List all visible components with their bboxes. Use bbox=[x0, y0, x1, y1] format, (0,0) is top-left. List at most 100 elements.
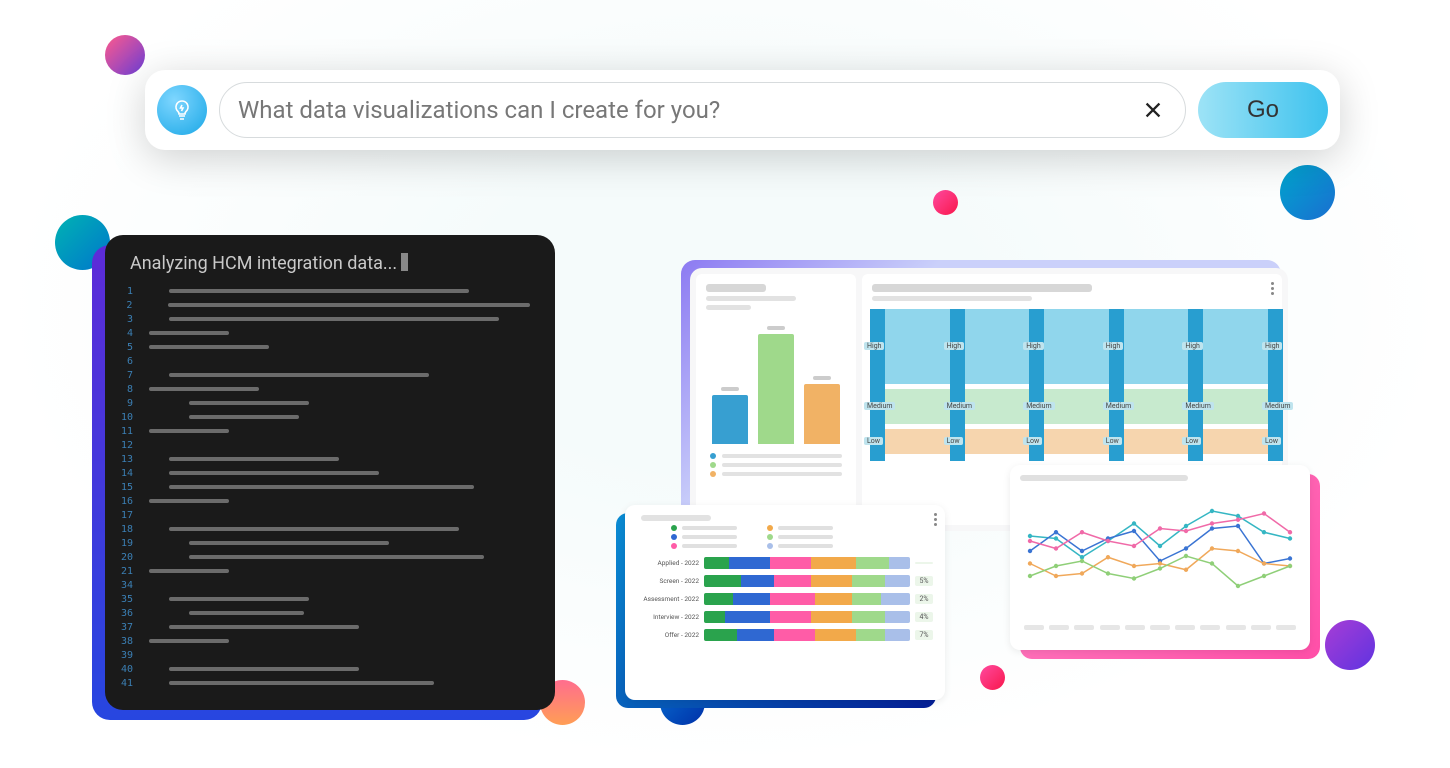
line-point bbox=[1054, 574, 1058, 578]
line-point bbox=[1106, 539, 1110, 543]
search-input[interactable]: What data visualizations can I create fo… bbox=[238, 96, 1139, 124]
line-point bbox=[1028, 549, 1032, 553]
line-point bbox=[1132, 576, 1136, 580]
code-line: 34 bbox=[105, 578, 530, 592]
sankey-label: High bbox=[1182, 342, 1202, 350]
code-line: 13 bbox=[105, 452, 530, 466]
line-point bbox=[1132, 544, 1136, 548]
line-point bbox=[1106, 555, 1110, 559]
stacked-bar-row: Screen - 20225% bbox=[637, 575, 933, 587]
line-point bbox=[1158, 566, 1162, 570]
line-point bbox=[1210, 561, 1214, 565]
line-point bbox=[1028, 561, 1032, 565]
code-line: 37 bbox=[105, 620, 530, 634]
line-point bbox=[1288, 556, 1292, 560]
sankey-chart: HighMediumLowHighMediumLowHighMediumLowH… bbox=[870, 309, 1274, 489]
line-chart bbox=[1020, 481, 1300, 621]
sankey-label: Low bbox=[864, 437, 883, 445]
terminal-body: 1234567891011121314151617181920213435363… bbox=[105, 284, 555, 690]
code-line: 40 bbox=[105, 662, 530, 676]
code-line: 12 bbox=[105, 438, 530, 452]
search-input-wrap: What data visualizations can I create fo… bbox=[219, 82, 1186, 138]
line-point bbox=[1236, 514, 1240, 518]
line-point bbox=[1184, 546, 1188, 550]
decoration-circle bbox=[1325, 620, 1375, 670]
line-point bbox=[1184, 568, 1188, 572]
code-line: 3 bbox=[105, 312, 530, 326]
line-point bbox=[1210, 526, 1214, 530]
line-point bbox=[1262, 561, 1266, 565]
line-point bbox=[1028, 539, 1032, 543]
clear-icon[interactable] bbox=[1139, 96, 1167, 124]
line-point bbox=[1288, 530, 1292, 534]
code-line: 41 bbox=[105, 676, 530, 690]
more-icon[interactable] bbox=[934, 513, 937, 526]
code-line: 14 bbox=[105, 466, 530, 480]
sankey-label: Medium bbox=[1182, 402, 1213, 410]
stacked-bar-row: Offer - 20227% bbox=[637, 629, 933, 641]
line-point bbox=[1080, 571, 1084, 575]
line-point bbox=[1132, 529, 1136, 533]
line-point bbox=[1054, 530, 1058, 534]
stacked-bar-legend bbox=[671, 525, 933, 549]
legend-item bbox=[671, 543, 737, 549]
legend-item bbox=[767, 543, 833, 549]
sankey-label: High bbox=[1023, 342, 1043, 350]
sankey-label: High bbox=[1262, 342, 1282, 350]
sankey-label: Medium bbox=[944, 402, 975, 410]
stacked-bar-row: Applied - 2022 bbox=[637, 557, 933, 569]
line-point bbox=[1132, 521, 1136, 525]
line-point bbox=[1054, 564, 1058, 568]
code-line: 15 bbox=[105, 480, 530, 494]
sankey-label: High bbox=[1103, 342, 1123, 350]
legend-item bbox=[767, 525, 833, 531]
line-point bbox=[1158, 526, 1162, 530]
code-line: 16 bbox=[105, 494, 530, 508]
code-line: 2 bbox=[105, 298, 530, 312]
code-line: 38 bbox=[105, 634, 530, 648]
line-point bbox=[1158, 544, 1162, 548]
code-line: 8 bbox=[105, 382, 530, 396]
legend-item bbox=[710, 471, 842, 477]
code-line: 17 bbox=[105, 508, 530, 522]
sankey-label: Medium bbox=[1262, 402, 1293, 410]
line-chart-card bbox=[1010, 465, 1310, 650]
sankey-label: Low bbox=[1262, 437, 1281, 445]
code-line: 4 bbox=[105, 326, 530, 340]
legend-item bbox=[710, 453, 842, 459]
more-icon[interactable] bbox=[1271, 282, 1274, 295]
bar-chart-legend bbox=[696, 444, 856, 486]
decoration-circle bbox=[933, 190, 958, 215]
code-line: 21 bbox=[105, 564, 530, 578]
sankey-band bbox=[870, 429, 1274, 454]
sankey-band bbox=[870, 309, 1274, 384]
code-line: 39 bbox=[105, 648, 530, 662]
go-button[interactable]: Go bbox=[1198, 82, 1328, 138]
line-point bbox=[1132, 564, 1136, 568]
line-point bbox=[1262, 511, 1266, 515]
code-line: 20 bbox=[105, 550, 530, 564]
line-point bbox=[1080, 549, 1084, 553]
bar-chart-card bbox=[696, 274, 856, 525]
stacked-bar-chart: Applied - 2022 Screen - 20225% Assessment … bbox=[637, 557, 933, 641]
line-point bbox=[1236, 549, 1240, 553]
code-line: 35 bbox=[105, 592, 530, 606]
line-point bbox=[1210, 509, 1214, 513]
legend-item bbox=[671, 525, 737, 531]
sankey-label: Medium bbox=[864, 402, 895, 410]
line-point bbox=[1262, 530, 1266, 534]
line-series bbox=[1030, 511, 1290, 557]
legend-item bbox=[671, 534, 737, 540]
line-point bbox=[1236, 584, 1240, 588]
sankey-label: Medium bbox=[1023, 402, 1054, 410]
sankey-label: High bbox=[944, 342, 964, 350]
lightbulb-icon bbox=[157, 85, 207, 135]
search-bar: What data visualizations can I create fo… bbox=[145, 70, 1340, 150]
code-line: 18 bbox=[105, 522, 530, 536]
stacked-bar-card: Applied - 2022 Screen - 20225% Assessment … bbox=[625, 505, 945, 700]
line-point bbox=[1080, 555, 1084, 559]
stacked-bar-row: Assessment - 20222% bbox=[637, 593, 933, 605]
line-point bbox=[1184, 524, 1188, 528]
bar bbox=[758, 326, 794, 444]
terminal-heading: Analyzing HCM integration data... bbox=[105, 253, 555, 274]
